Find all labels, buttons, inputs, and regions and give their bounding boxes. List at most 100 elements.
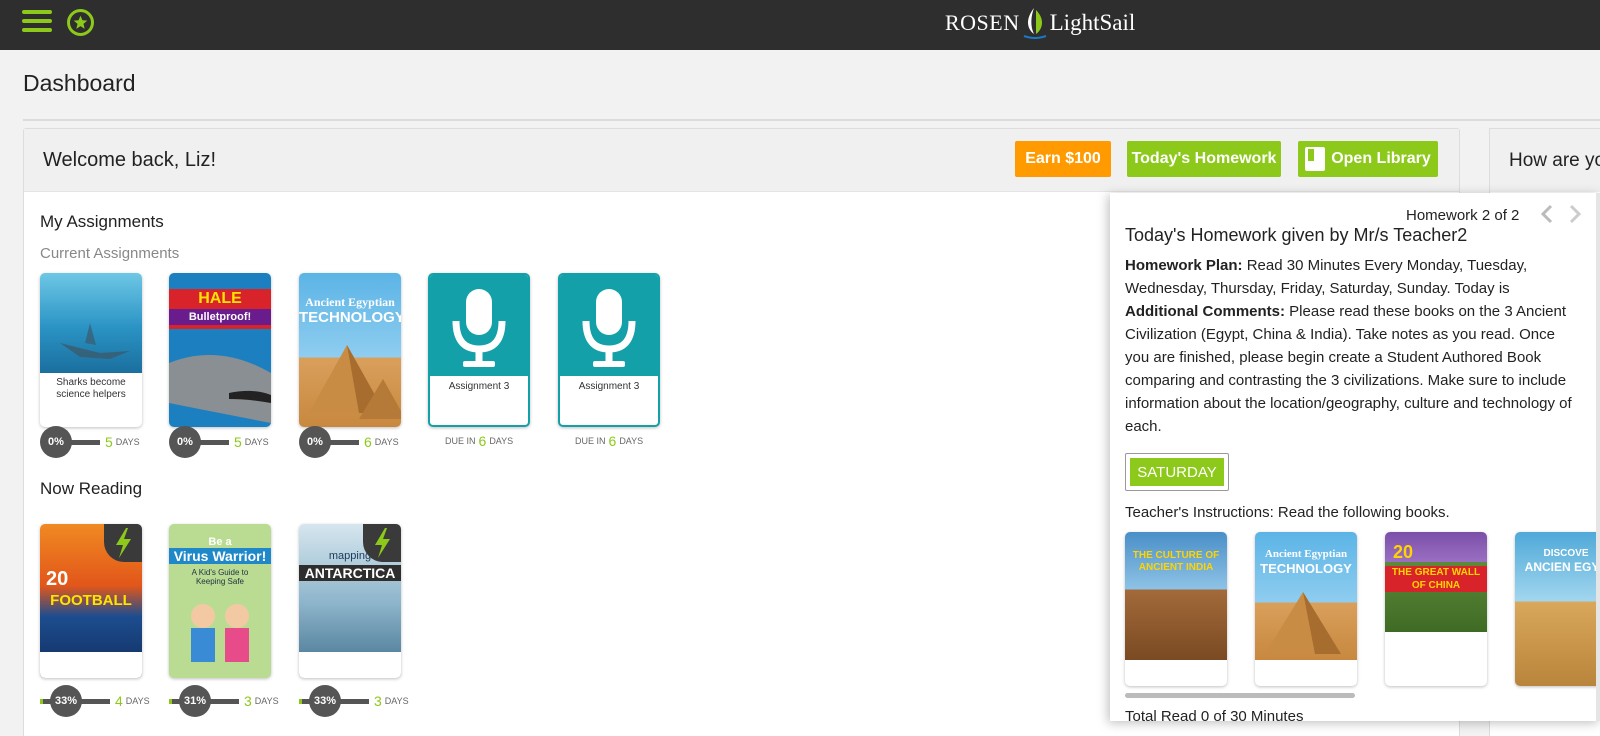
cover-title: Ancient Egyptian (1264, 548, 1348, 560)
days-remaining: 5 (234, 434, 242, 450)
cover-title: THE CULTURE OF ANCIENT INDIA (1132, 550, 1220, 573)
plan-label: Homework Plan: (1125, 257, 1243, 274)
cover-title: Ancient Egyptian (305, 295, 395, 309)
cover-subtitle: FOOTBALL (50, 592, 132, 609)
lightning-icon (104, 524, 142, 562)
assignment-book-whale-shark[interactable]: HALE SHARK Bulletproof! (169, 273, 271, 427)
cover-subtitle: ANTARCTICA (299, 565, 401, 581)
percent-badge: 0% (299, 426, 331, 458)
homework-popover: Homework 2 of 2 Today's Homework given b… (1110, 193, 1600, 721)
my-assignments-heading: My Assignments (40, 212, 164, 231)
mood-check-header: How are yo (1490, 129, 1600, 192)
percent-badge: 31% (179, 685, 211, 717)
progress-indicator: 31% 3 DAYS (169, 684, 279, 718)
now-reading-heading: Now Reading (40, 479, 143, 498)
vertical-scrollbar[interactable] (1596, 193, 1600, 721)
chevron-right-icon[interactable] (1566, 203, 1584, 225)
progress-bar (339, 698, 369, 704)
progress-indicator: 0% 6 DAYS (299, 425, 399, 459)
welcome-greeting: Welcome back, Liz! (43, 149, 217, 171)
percent-badge: 33% (309, 685, 341, 717)
due-indicator: DUE IN 6 DAYS (575, 433, 644, 449)
recording-label: Assignment 3 (578, 381, 640, 392)
progress-indicator: 0% 5 DAYS (169, 425, 269, 459)
percent-badge: 0% (40, 426, 72, 458)
brand-logo[interactable]: ROSEN LightSail (945, 5, 1135, 41)
progress-bar (70, 439, 100, 445)
comments-label: Additional Comments: (1125, 303, 1285, 320)
homework-book-egyptian-technology[interactable]: Ancient Egyptian TECHNOLOGY (1255, 532, 1357, 686)
menu-icon[interactable] (22, 10, 52, 34)
homework-book-ancient-egypt[interactable]: DISCOVE ANCIEN EGYP (1515, 532, 1600, 686)
assignment-book-sharks[interactable]: Sharks become science helpers (40, 273, 142, 427)
homework-book-great-wall[interactable]: 20 THE GREAT WALL OF CHINA (1385, 532, 1487, 686)
horizontal-scrollbar[interactable] (1125, 693, 1355, 698)
cover-subtitle: TECHNOLOGY (299, 309, 401, 326)
brand-rosen: ROSEN (945, 10, 1020, 35)
cover-title: Be a (208, 536, 232, 548)
cover-subtitle: THE GREAT WALL OF CHINA (1385, 566, 1487, 592)
progress-indicator: 33% 4 DAYS (40, 684, 150, 718)
sail-icon (1023, 8, 1046, 39)
cover-image (40, 273, 142, 373)
cover-image (169, 355, 271, 423)
current-assignments-heading: Current Assignments (40, 245, 180, 262)
cover-title: 20 (46, 568, 69, 590)
homework-book-ancient-india[interactable]: THE CULTURE OF ANCIENT INDIA (1125, 532, 1227, 686)
todays-homework-button[interactable]: Today's Homework (1127, 141, 1281, 177)
total-read-status: Total Read 0 of 30 Minutes (1125, 708, 1304, 721)
due-indicator: DUE IN 6 DAYS (445, 433, 514, 449)
days-remaining: 4 (115, 693, 123, 709)
cover-title: 20 (1393, 542, 1414, 562)
chevron-left-icon[interactable] (1538, 203, 1556, 225)
reading-book-football[interactable]: 20 FOOTBALL (40, 524, 142, 678)
assignment-recording-card[interactable]: Assignment 3 (558, 273, 660, 427)
homework-counter: Homework 2 of 2 (1406, 207, 1520, 224)
lightning-icon (363, 524, 401, 562)
progress-bar (329, 439, 359, 445)
cover-subtitle: ANCIEN EGYP (1524, 560, 1600, 574)
comments-text: Please read these books on the 3 Ancient… (1125, 303, 1572, 435)
days-remaining: 3 (244, 693, 252, 709)
progress-indicator: 33% 3 DAYS (299, 684, 409, 718)
instructions-text: Read the following books. (1273, 504, 1450, 521)
homework-details: Homework Plan: Read 30 Minutes Every Mon… (1125, 254, 1580, 438)
earn-button[interactable]: Earn $100 (1015, 141, 1111, 177)
open-library-button[interactable]: Open Library (1298, 141, 1438, 177)
days-label: DAYS (374, 437, 399, 447)
days-label: DAYS (244, 437, 269, 447)
open-library-label: Open Library (1331, 150, 1431, 167)
assignment-recording-card[interactable]: Assignment 3 (428, 273, 530, 427)
instructions-label: Teacher's Instructions: (1125, 504, 1274, 521)
days-remaining: 3 (374, 693, 382, 709)
reading-book-virus-warrior[interactable]: Be a Virus Warrior! A Kid's Guide to Kee… (169, 524, 271, 678)
days-label: DAYS (384, 696, 409, 706)
day-badge: SATURDAY (1130, 458, 1224, 486)
cover-tagline: A Kid's Guide to Keeping Safe (191, 568, 249, 586)
progress-indicator: 0% 5 DAYS (40, 425, 140, 459)
progress-bar (199, 439, 229, 445)
progress-bar (209, 698, 239, 704)
top-navigation-bar: ROSEN LightSail (0, 0, 1600, 50)
percent-badge: 0% (169, 426, 201, 458)
cover-subtitle: Bulletproof! (169, 309, 271, 325)
book-caption: Sharks become science helpers (56, 377, 126, 400)
assignment-book-egyptian-technology[interactable]: Ancient Egyptian TECHNOLOGY (299, 273, 401, 427)
cover-image (191, 604, 249, 662)
reading-book-mapping-antarctica[interactable]: mapping ANTARCTICA (299, 524, 401, 678)
divider (23, 119, 1600, 121)
microphone-icon (430, 275, 528, 376)
percent-badge: 33% (50, 685, 82, 717)
days-remaining: 6 (364, 434, 372, 450)
cover-subtitle: Virus Warrior! (169, 548, 271, 564)
homework-title: Today's Homework given by Mr/s Teacher2 (1125, 225, 1468, 245)
welcome-header: Welcome back, Liz! Earn $100 Today's Hom… (24, 129, 1459, 192)
star-icon[interactable] (67, 9, 94, 36)
days-label: DAYS (125, 696, 150, 706)
days-label: DAYS (254, 696, 279, 706)
cover-image (309, 345, 401, 419)
cover-subtitle: TECHNOLOGY (1260, 561, 1352, 576)
microphone-icon (560, 275, 658, 376)
page-title: Dashboard (23, 70, 136, 96)
progress-bar (80, 698, 110, 704)
